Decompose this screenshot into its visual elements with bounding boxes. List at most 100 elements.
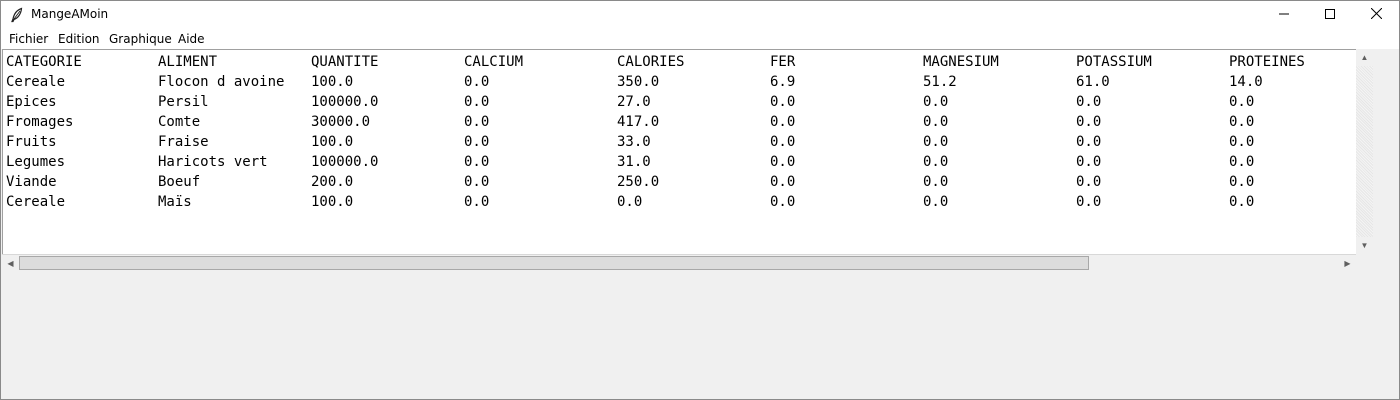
column-header-magnesium: MAGNESIUM — [923, 54, 999, 70]
cell-calcium: 0.0 — [464, 114, 490, 130]
feather-icon — [9, 7, 25, 23]
table-row: Viande Boeuf 200.0 0.0 250.0 0.0 0.0 0.0 0.0 — [3, 172, 1357, 192]
cell-fer: 0.0 — [770, 194, 796, 210]
cell-calories: 417.0 — [617, 114, 660, 130]
cell-calories: 31.0 — [617, 154, 651, 170]
arrow-down-icon[interactable]: ▼ — [1356, 237, 1373, 254]
cell-aliment: Persil — [158, 94, 209, 110]
table-row: Fruits Fraise 100.0 0.0 33.0 0.0 0.0 0.0 0.0 — [3, 132, 1357, 152]
cell-magnesium: 0.0 — [923, 194, 949, 210]
cell-magnesium: 0.0 — [923, 154, 949, 170]
cell-proteines: 14.0 — [1229, 74, 1263, 90]
cell-quantite: 200.0 — [311, 174, 354, 190]
cell-categorie: Cereale — [6, 74, 66, 90]
cell-calcium: 0.0 — [464, 154, 490, 170]
cell-calcium: 0.0 — [464, 194, 490, 210]
app-window: MangeAMoin Fichier Edition Graphique Aid… — [0, 0, 1400, 400]
cell-quantite: 100000.0 — [311, 154, 379, 170]
cell-magnesium: 51.2 — [923, 74, 957, 90]
cell-categorie: Fromages — [6, 114, 74, 130]
cell-calcium: 0.0 — [464, 174, 490, 190]
cell-quantite: 100.0 — [311, 194, 354, 210]
column-header-quantite: QUANTITE — [311, 54, 379, 70]
arrow-left-icon[interactable]: ◀ — [2, 255, 19, 272]
vertical-scroll-track[interactable] — [1356, 66, 1373, 237]
cell-calcium: 0.0 — [464, 94, 490, 110]
menu-edition[interactable]: Edition — [58, 32, 100, 46]
menu-fichier[interactable]: Fichier — [9, 32, 48, 46]
menu-graphique[interactable]: Graphique — [109, 32, 172, 46]
cell-quantite: 30000.0 — [311, 114, 371, 130]
cell-quantite: 100.0 — [311, 134, 354, 150]
cell-potassium: 0.0 — [1076, 194, 1102, 210]
column-header-categorie: CATEGORIE — [6, 54, 82, 70]
table-row: Cereale Flocon d avoine 100.0 0.0 350.0 6.9 51… — [3, 72, 1357, 92]
cell-aliment: Comte — [158, 114, 201, 130]
arrow-right-icon[interactable]: ▶ — [1339, 255, 1356, 272]
horizontal-scroll-track[interactable] — [1089, 256, 1339, 271]
maximize-icon — [1325, 6, 1335, 24]
cell-proteines: 0.0 — [1229, 174, 1255, 190]
cell-categorie: Epices — [6, 94, 57, 110]
cell-calcium: 0.0 — [464, 74, 490, 90]
arrow-up-icon[interactable]: ▲ — [1356, 49, 1373, 66]
column-header-aliment: ALIMENT — [158, 54, 218, 70]
cell-proteines: 0.0 — [1229, 134, 1255, 150]
cell-potassium: 0.0 — [1076, 94, 1102, 110]
cell-categorie: Legumes — [6, 154, 66, 170]
cell-fer: 0.0 — [770, 94, 796, 110]
cell-potassium: 0.0 — [1076, 114, 1102, 130]
cell-magnesium: 0.0 — [923, 174, 949, 190]
cell-calories: 33.0 — [617, 134, 651, 150]
maximize-button[interactable] — [1307, 1, 1353, 29]
column-header-proteines: PROTEINES — [1229, 54, 1305, 70]
cell-calories: 27.0 — [617, 94, 651, 110]
cell-proteines: 0.0 — [1229, 154, 1255, 170]
cell-aliment: Boeuf — [158, 174, 201, 190]
cell-fer: 6.9 — [770, 74, 796, 90]
column-header-potassium: POTASSIUM — [1076, 54, 1152, 70]
cell-categorie: Cereale — [6, 194, 66, 210]
cell-proteines: 0.0 — [1229, 94, 1255, 110]
cell-aliment: Maïs — [158, 194, 192, 210]
minimize-icon — [1279, 6, 1289, 24]
menu-bar: Fichier Edition Graphique Aide — [1, 29, 1399, 49]
horizontal-scroll-thumb[interactable] — [19, 256, 1089, 270]
table-header-row: CATEGORIE ALIMENT QUANTITE CALCIUM CALORIES F… — [3, 52, 1357, 72]
cell-aliment: Flocon d avoine — [158, 74, 285, 90]
food-table-text-area[interactable]: CATEGORIE ALIMENT QUANTITE CALCIUM CALORIES F… — [2, 49, 1357, 254]
vertical-scrollbar[interactable]: ▲ ▼ — [1356, 49, 1373, 254]
cell-aliment: Fraise — [158, 134, 209, 150]
cell-potassium: 0.0 — [1076, 134, 1102, 150]
window-title: MangeAMoin — [31, 7, 109, 21]
cell-fer: 0.0 — [770, 154, 796, 170]
cell-fer: 0.0 — [770, 174, 796, 190]
cell-potassium: 0.0 — [1076, 174, 1102, 190]
close-button[interactable] — [1353, 1, 1399, 29]
cell-aliment: Haricots vert — [158, 154, 268, 170]
minimize-button[interactable] — [1261, 1, 1307, 29]
cell-fer: 0.0 — [770, 134, 796, 150]
cell-magnesium: 0.0 — [923, 114, 949, 130]
cell-fer: 0.0 — [770, 114, 796, 130]
cell-potassium: 61.0 — [1076, 74, 1110, 90]
cell-proteines: 0.0 — [1229, 114, 1255, 130]
title-bar: MangeAMoin — [1, 1, 1399, 29]
table-row: Legumes Haricots vert 100000.0 0.0 31.0 0.0 0.… — [3, 152, 1357, 172]
column-header-calories: CALORIES — [617, 54, 685, 70]
cell-quantite: 100000.0 — [311, 94, 379, 110]
cell-calories: 250.0 — [617, 174, 660, 190]
menu-aide[interactable]: Aide — [178, 32, 205, 46]
cell-magnesium: 0.0 — [923, 94, 949, 110]
cell-proteines: 0.0 — [1229, 194, 1255, 210]
table-row: Fromages Comte 30000.0 0.0 417.0 0.0 0.0 0.0 0.0 — [3, 112, 1357, 132]
close-icon — [1370, 6, 1382, 24]
cell-magnesium: 0.0 — [923, 134, 949, 150]
column-header-fer: FER — [770, 54, 796, 70]
column-header-calcium: CALCIUM — [464, 54, 524, 70]
cell-potassium: 0.0 — [1076, 154, 1102, 170]
cell-categorie: Fruits — [6, 134, 57, 150]
cell-calories: 350.0 — [617, 74, 660, 90]
horizontal-scrollbar[interactable]: ◀ ▶ — [2, 254, 1356, 272]
table-row: Cereale Maïs 100.0 0.0 0.0 0.0 0.0 0.0 0.0 — [3, 192, 1357, 212]
